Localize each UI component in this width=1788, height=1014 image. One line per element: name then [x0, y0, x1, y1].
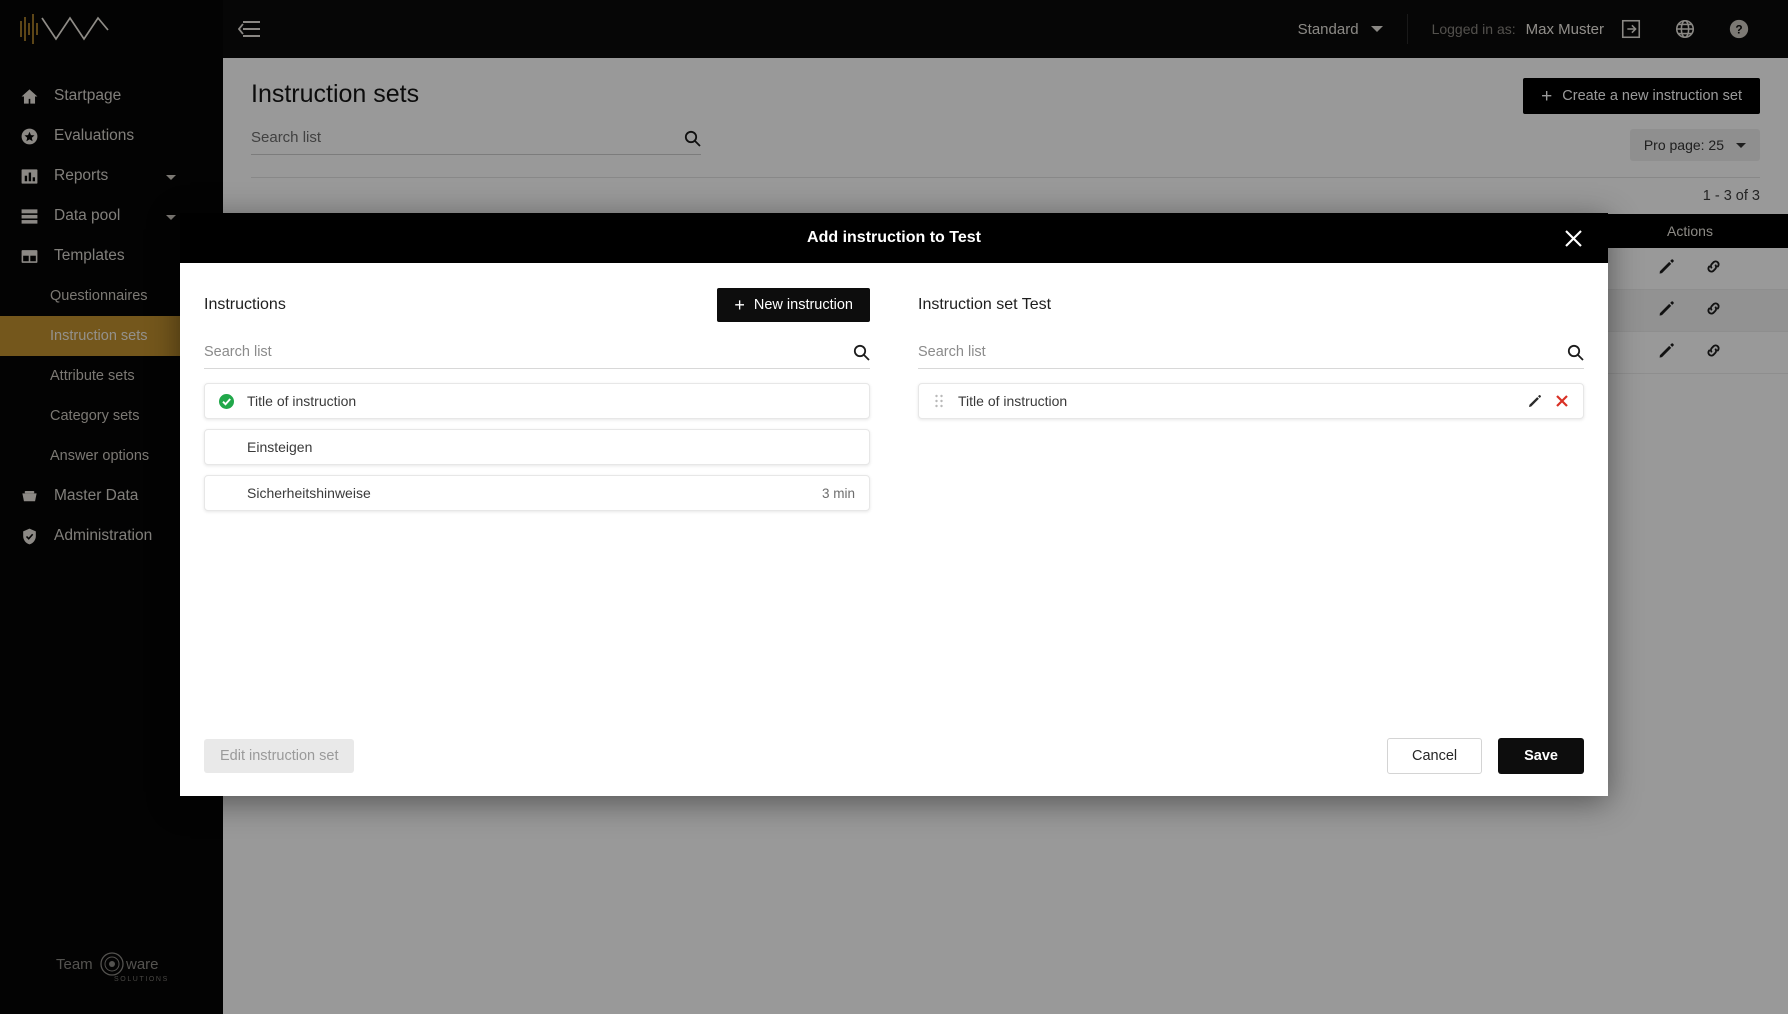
close-icon: [1564, 229, 1582, 247]
instructions-panel: Instructions + New instruction Title of …: [180, 263, 894, 716]
modal-title: Add instruction to Test: [807, 229, 981, 246]
instruction-set-panel-header: Instruction set Test: [918, 287, 1584, 323]
new-instruction-label: New instruction: [753, 297, 853, 313]
drag-handle-icon[interactable]: [933, 393, 945, 409]
instruction-label: Einsteigen: [247, 439, 313, 455]
instruction-list-item[interactable]: Einsteigen: [204, 429, 870, 465]
new-instruction-button[interactable]: + New instruction: [717, 288, 870, 322]
instructions-list: Title of instruction Einsteigen Sicherheit…: [204, 383, 870, 511]
modal-body: Instructions + New instruction Title of …: [180, 263, 1608, 716]
instruction-label: Title of instruction: [958, 393, 1068, 409]
modal-header: Add instruction to Test: [180, 213, 1608, 263]
modal-footer-actions: Cancel Save: [1386, 738, 1584, 774]
search-icon[interactable]: [1567, 344, 1584, 361]
instructions-panel-header: Instructions + New instruction: [204, 287, 870, 323]
pencil-icon[interactable]: [1528, 394, 1542, 408]
instruction-list-item[interactable]: Sicherheitshinweise 3 min: [204, 475, 870, 511]
instruction-set-panel: Instruction set Test Title of instructio…: [894, 263, 1608, 716]
plus-icon: +: [734, 295, 745, 315]
close-button[interactable]: [1560, 225, 1586, 251]
instruction-set-search-input[interactable]: [918, 344, 1554, 360]
cancel-label: Cancel: [1411, 748, 1458, 764]
edit-instruction-set-label: Edit instruction set: [220, 748, 339, 764]
save-label: Save: [1524, 748, 1558, 764]
instruction-set-list: Title of instruction: [918, 383, 1584, 419]
save-button[interactable]: Save: [1498, 738, 1584, 774]
instruction-set-list-item[interactable]: Title of instruction: [918, 383, 1584, 419]
cancel-button[interactable]: Cancel: [1386, 738, 1483, 774]
instruction-list-item[interactable]: Title of instruction: [204, 383, 870, 419]
add-instruction-modal: Add instruction to Test Instructions + N…: [180, 213, 1608, 796]
instruction-set-search: [918, 343, 1584, 369]
instruction-duration: 3 min: [821, 485, 855, 501]
instruction-set-panel-title: Instruction set Test: [918, 296, 1052, 313]
instruction-label: Sicherheitshinweise: [247, 485, 371, 501]
instructions-panel-title: Instructions: [204, 296, 286, 313]
app-root: Startpage Evaluations Reports Data pool Temp…: [0, 0, 1788, 1014]
remove-icon[interactable]: [1555, 394, 1569, 408]
item-actions: [1528, 394, 1569, 408]
check-circle-icon: [219, 393, 234, 409]
edit-instruction-set-button[interactable]: Edit instruction set: [204, 739, 355, 773]
modal-footer: Edit instruction set Cancel Save: [180, 716, 1608, 796]
instruction-label: Title of instruction: [247, 393, 357, 409]
instructions-search-input[interactable]: [204, 344, 840, 360]
search-icon[interactable]: [853, 344, 870, 361]
instructions-search: [204, 343, 870, 369]
